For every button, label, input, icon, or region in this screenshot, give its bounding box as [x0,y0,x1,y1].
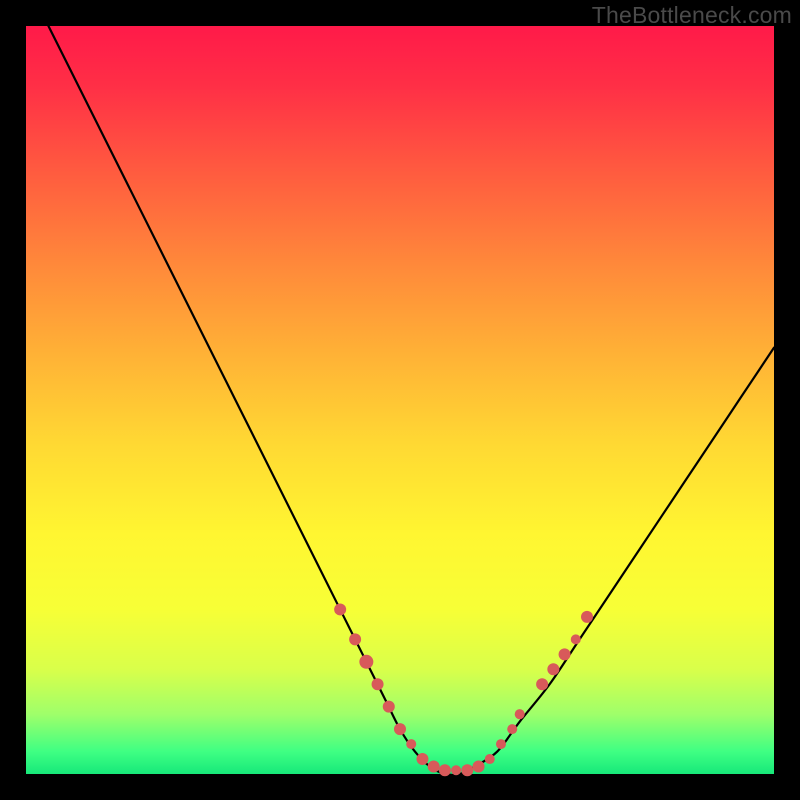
marker-dot [571,634,581,644]
marker-dot [473,761,485,773]
marker-dot [372,678,384,690]
chart-frame [26,26,774,774]
marker-dot [406,739,416,749]
marker-dot [581,611,593,623]
marker-dot [485,754,495,764]
marker-dot [394,723,406,735]
watermark-text: TheBottleneck.com [592,2,792,29]
marker-dot [439,764,451,776]
highlight-markers [334,603,593,776]
marker-dot [559,648,571,660]
marker-dot [536,678,548,690]
marker-dot [496,739,506,749]
marker-dot [451,765,461,775]
marker-dot [383,701,395,713]
marker-dot [507,724,517,734]
marker-dot [416,753,428,765]
marker-dot [428,761,440,773]
bottleneck-curve [48,26,774,775]
marker-dot [334,603,346,615]
marker-dot [461,764,473,776]
marker-dot [515,709,525,719]
chart-svg [26,26,774,774]
marker-dot [349,633,361,645]
marker-dot [359,655,373,669]
marker-dot [547,663,559,675]
